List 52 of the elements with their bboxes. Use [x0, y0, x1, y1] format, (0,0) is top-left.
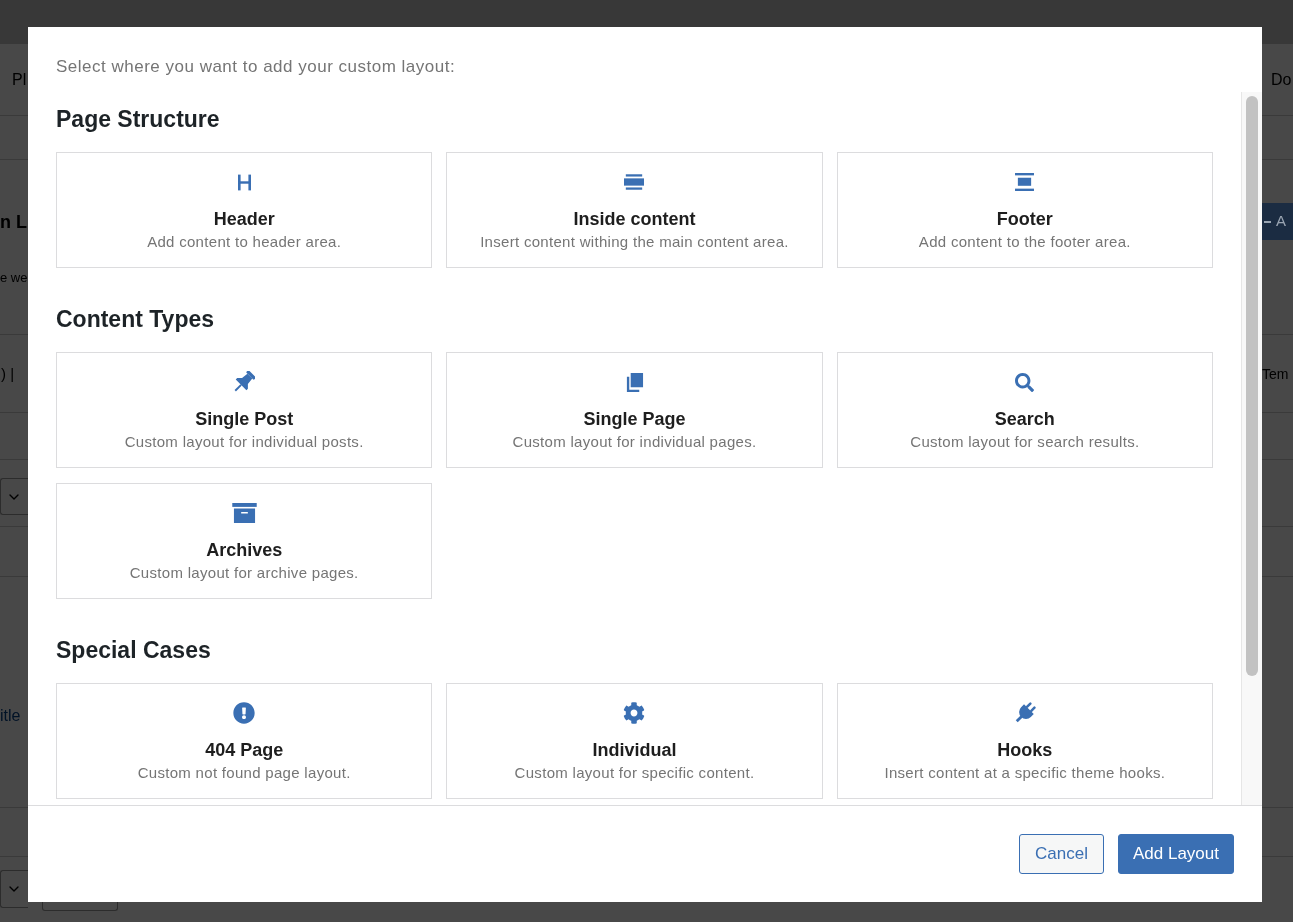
option-title: Inside content [573, 208, 696, 230]
add-layout-button[interactable]: Add Layout [1118, 834, 1234, 874]
option-title: Search [994, 408, 1055, 430]
dash-icon [1264, 220, 1271, 223]
option-title: Individual [592, 739, 677, 761]
option-title: Header [213, 208, 275, 230]
option-description: Add content to the footer area. [918, 232, 1131, 252]
layout-option-card[interactable]: Archives Custom layout for archive pages. [56, 483, 433, 599]
content-block-icon [624, 174, 645, 190]
gear-icon [623, 702, 646, 724]
layout-option-card[interactable]: Search Custom layout for search results. [836, 352, 1213, 468]
option-title: Footer [996, 208, 1053, 230]
layout-option-card[interactable]: Footer Add content to the footer area. [836, 152, 1213, 268]
page-heading: n L [0, 211, 28, 234]
pages-icon [625, 371, 644, 393]
layout-option-card[interactable]: Single Post Custom layout for individual posts. [56, 352, 433, 468]
plug-icon [1013, 702, 1036, 724]
column-label: Tem [1262, 364, 1290, 383]
option-title: Archives [206, 539, 283, 561]
option-description: Custom layout for individual pages. [512, 432, 757, 452]
option-description: Insert content at a specific theme hooks. [884, 763, 1166, 783]
option-description: Add content to header area. [147, 232, 342, 252]
page-description: e we [0, 270, 28, 286]
option-description: Custom layout for search results. [910, 432, 1140, 452]
add-button[interactable]: A [1262, 203, 1293, 240]
section-heading: Page Structure [56, 105, 221, 133]
scrollbar-track[interactable] [1241, 92, 1262, 805]
scrollbar-thumb[interactable] [1246, 96, 1258, 676]
layout-option-card[interactable]: Header Add content to header area. [56, 152, 433, 268]
option-title: Single Page [583, 408, 686, 430]
section-heading: Special Cases [56, 636, 212, 664]
heading-icon [237, 173, 251, 191]
option-title: Single Post [195, 408, 294, 430]
option-description: Custom layout for individual posts. [124, 432, 364, 452]
option-description: Custom layout for archive pages. [129, 563, 359, 583]
option-title: 404 Page [205, 739, 284, 761]
layout-option-card[interactable]: Single Page Custom layout for individual pages. [446, 352, 823, 468]
layout-option-card[interactable]: 404 Page Custom not found page layout. [56, 683, 433, 799]
option-title: Hooks [997, 739, 1053, 761]
section-heading: Content Types [56, 305, 216, 333]
option-description: Custom layout for specific content. [514, 763, 755, 783]
layout-option-card[interactable]: Inside content Insert content withing the main content area. [446, 152, 823, 268]
pushpin-icon [233, 371, 256, 393]
search-icon [1015, 372, 1035, 392]
option-description: Insert content withing the main content area. [480, 232, 789, 252]
option-description: Custom not found page layout. [137, 763, 351, 783]
layout-option-card[interactable]: Hooks Insert content at a specific theme hooks. [836, 683, 1213, 799]
dialog-intro: Select where you want to add your custom layout: [56, 57, 457, 77]
archive-box-icon [231, 503, 257, 523]
cancel-button[interactable]: Cancel [1019, 834, 1104, 874]
footer-block-icon [1015, 173, 1035, 191]
layout-option-card[interactable]: Individual Custom layout for specific content. [446, 683, 823, 799]
